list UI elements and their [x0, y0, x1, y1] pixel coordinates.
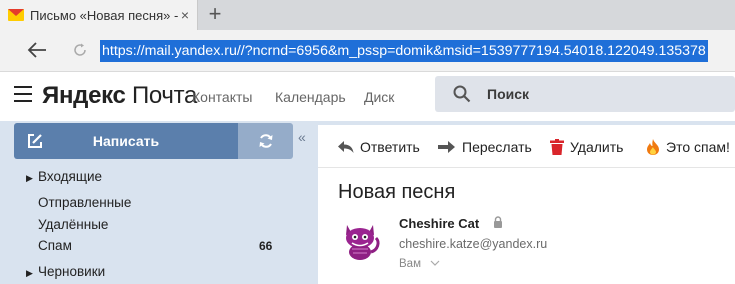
- browser-tab[interactable]: Письмо «Новая песня» - ×: [0, 0, 198, 30]
- yandex-mail-favicon-icon: [8, 9, 24, 21]
- chevron-down-icon[interactable]: [430, 258, 440, 268]
- nav-calendar[interactable]: Календарь: [275, 89, 346, 105]
- message-card: Ответить Переслать Удалить Это спам! Нов…: [318, 125, 735, 284]
- lock-icon: [494, 216, 502, 228]
- tab-title: Письмо «Новая песня» -: [30, 7, 178, 23]
- trash-icon: [550, 139, 564, 155]
- forward-label: Переслать: [462, 139, 532, 155]
- reply-button[interactable]: Ответить: [338, 137, 420, 157]
- search-icon: [453, 85, 471, 103]
- spam-label: Это спам!: [666, 139, 730, 155]
- mail-header: Яндекс Почта Контакты Календарь Диск Пои…: [0, 73, 735, 121]
- compose-button[interactable]: Написать: [14, 123, 238, 159]
- sender-name[interactable]: Cheshire Cat: [399, 216, 479, 231]
- spam-button[interactable]: Это спам!: [646, 137, 730, 157]
- url-text: https://mail.yandex.ru//?ncrnd=6956&m_ps…: [100, 40, 708, 62]
- spam-count-badge: 66: [259, 239, 273, 253]
- new-tab-icon[interactable]: +: [205, 3, 225, 25]
- fire-icon: [647, 139, 659, 155]
- reply-label: Ответить: [360, 139, 420, 155]
- browser-tab-strip: Письмо «Новая песня» - × +: [0, 0, 735, 30]
- yandex-mail-logo[interactable]: Яндекс Почта: [42, 82, 197, 110]
- recipient-label[interactable]: Вам: [399, 258, 421, 270]
- collapse-sidebar-icon[interactable]: «: [298, 129, 306, 145]
- folder-spam[interactable]: Спам: [38, 238, 72, 253]
- refresh-icon: [259, 134, 273, 148]
- search-placeholder: Поиск: [487, 86, 530, 102]
- message-subject: Новая песня: [338, 181, 456, 203]
- logo-product: Почта: [131, 82, 198, 109]
- folder-sidebar: Написать « ▶ Входящие Отправленные Удалё…: [0, 121, 316, 284]
- search-input[interactable]: Поиск: [435, 76, 735, 112]
- nav-contacts[interactable]: Контакты: [192, 89, 252, 105]
- nav-disk[interactable]: Диск: [364, 89, 394, 105]
- compose-label: Написать: [92, 133, 160, 149]
- delete-label: Удалить: [570, 139, 624, 155]
- url-field[interactable]: https://mail.yandex.ru//?ncrnd=6956&m_ps…: [100, 40, 735, 62]
- sender-avatar[interactable]: [338, 218, 382, 262]
- folder-drafts[interactable]: Черновики: [38, 264, 105, 279]
- sender-email[interactable]: cheshire.katze@yandex.ru: [399, 237, 547, 251]
- logo-brand: Яндекс: [42, 82, 126, 109]
- forward-button[interactable]: Переслать: [438, 137, 532, 157]
- back-arrow-icon[interactable]: [26, 40, 48, 60]
- delete-button[interactable]: Удалить: [550, 137, 623, 157]
- folder-sent[interactable]: Отправленные: [38, 195, 131, 210]
- address-bar: https://mail.yandex.ru//?ncrnd=6956&m_ps…: [0, 30, 735, 72]
- toolbar-divider: [318, 167, 735, 168]
- reply-arrow-icon: [338, 141, 354, 153]
- folder-inbox[interactable]: Входящие: [38, 169, 102, 184]
- reload-icon[interactable]: [72, 42, 88, 58]
- expand-arrow-icon[interactable]: ▶: [26, 268, 33, 279]
- folder-deleted[interactable]: Удалённые: [38, 217, 108, 232]
- close-tab-icon[interactable]: ×: [181, 7, 189, 23]
- expand-arrow-icon[interactable]: ▶: [26, 173, 33, 184]
- message-pane: Ответить Переслать Удалить Это спам! Нов…: [316, 121, 735, 284]
- menu-icon[interactable]: [14, 86, 32, 102]
- refresh-button[interactable]: [238, 123, 293, 159]
- forward-arrow-icon: [438, 141, 455, 153]
